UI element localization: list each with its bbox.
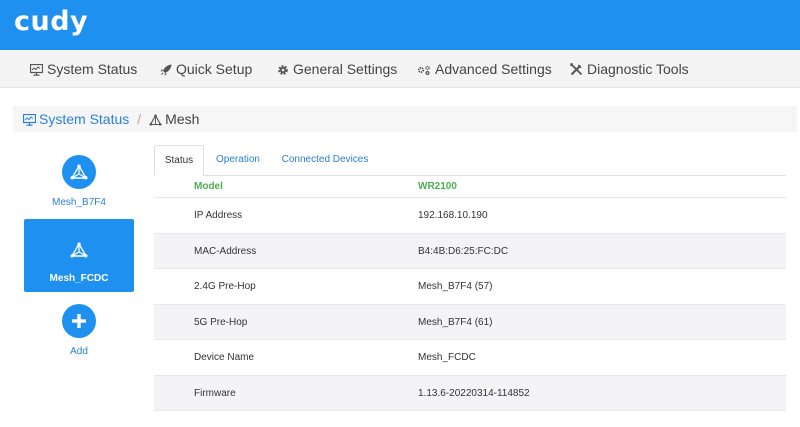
- breadcrumb-parent-label: System Status: [39, 111, 130, 127]
- top-bar: cudy: [0, 0, 800, 50]
- breadcrumb-system-status[interactable]: System Status: [22, 111, 130, 127]
- table-row: MAC-Address B4:4B:D6:25:FC:DC: [154, 233, 786, 269]
- row-value: Mesh_B7F4 (61): [418, 316, 493, 328]
- nav-advanced-settings[interactable]: Advanced Settings: [417, 50, 552, 88]
- nav-label: Advanced Settings: [435, 61, 552, 77]
- table-row: Firmware 1.13.6-20220314-114852: [154, 375, 786, 411]
- table-row: 2.4G Pre-Hop Mesh_B7F4 (57): [154, 269, 786, 305]
- nav-label: Quick Setup: [176, 61, 253, 77]
- mesh-node-fcdc[interactable]: Mesh_FCDC: [24, 219, 134, 292]
- mesh-icon: [149, 114, 162, 126]
- table-row: Device Name Mesh_FCDC: [154, 340, 786, 376]
- tab-bar: Status Operation Connected Devices: [154, 145, 786, 176]
- row-key: IP Address: [194, 210, 243, 221]
- tab-operation[interactable]: Operation: [211, 145, 265, 176]
- table-header-value: WR2100: [418, 181, 457, 192]
- device-info-table: Model WR2100 IP Address 192.168.10.190 M…: [154, 176, 786, 411]
- nav-quick-setup[interactable]: Quick Setup: [160, 50, 252, 88]
- monitor-icon: [22, 113, 37, 126]
- breadcrumb: System Status / Mesh: [13, 106, 797, 132]
- add-icon-circle: [62, 304, 96, 338]
- mesh-node-icon-circle: [62, 155, 96, 189]
- breadcrumb-separator: /: [137, 111, 142, 127]
- advanced-settings-icon: [417, 65, 430, 75]
- row-value: Mesh_FCDC: [418, 352, 476, 363]
- row-value: B4:4B:D6:25:FC:DC: [418, 245, 509, 257]
- row-value: 192.168.10.190: [418, 210, 488, 221]
- row-key: Device Name: [194, 352, 255, 363]
- row-key: 5G Pre-Hop: [194, 316, 248, 328]
- table-header-row: Model WR2100: [154, 176, 786, 198]
- tab-connected-devices[interactable]: Connected Devices: [278, 145, 372, 176]
- monitor-icon: [29, 63, 44, 76]
- cudy-logo[interactable]: cudy: [14, 6, 88, 37]
- mesh-node-label: Mesh_FCDC: [49, 273, 109, 284]
- nav-label: System Status: [47, 61, 138, 77]
- row-key: 2.4G Pre-Hop: [194, 281, 256, 292]
- gear-icon: [278, 65, 288, 75]
- row-key: Firmware: [194, 387, 236, 399]
- row-value: 1.13.6-20220314-114852: [418, 387, 530, 399]
- tools-icon: [570, 63, 583, 76]
- nav-system-status[interactable]: System Status: [29, 50, 138, 88]
- table-row: 5G Pre-Hop Mesh_B7F4 (61): [154, 304, 786, 340]
- tab-status[interactable]: Status: [154, 145, 204, 176]
- mesh-node-b7f4[interactable]: Mesh_B7F4: [24, 155, 134, 213]
- mesh-node-icon-circle: [62, 233, 96, 267]
- add-label: Add: [70, 346, 88, 357]
- add-mesh-node-button[interactable]: Add: [24, 304, 134, 362]
- nav-general-settings[interactable]: General Settings: [277, 50, 397, 88]
- nav-label: General Settings: [293, 61, 398, 77]
- table-header-key: Model: [194, 181, 223, 192]
- rocket-icon: [160, 64, 172, 76]
- main-nav: System Status Quick Setup General Settin…: [0, 50, 800, 88]
- table-row: IP Address 192.168.10.190: [154, 198, 786, 234]
- row-value: Mesh_B7F4 (57): [418, 281, 493, 292]
- plus-icon: [72, 314, 86, 328]
- nav-diagnostic-tools[interactable]: Diagnostic Tools: [570, 50, 689, 88]
- breadcrumb-current: Mesh: [149, 111, 199, 127]
- row-key: MAC-Address: [194, 245, 257, 257]
- nav-label: Diagnostic Tools: [587, 61, 689, 77]
- mesh-icon: [70, 242, 88, 258]
- mesh-icon: [70, 164, 88, 180]
- breadcrumb-current-label: Mesh: [165, 111, 200, 127]
- mesh-node-label: Mesh_B7F4: [52, 197, 106, 208]
